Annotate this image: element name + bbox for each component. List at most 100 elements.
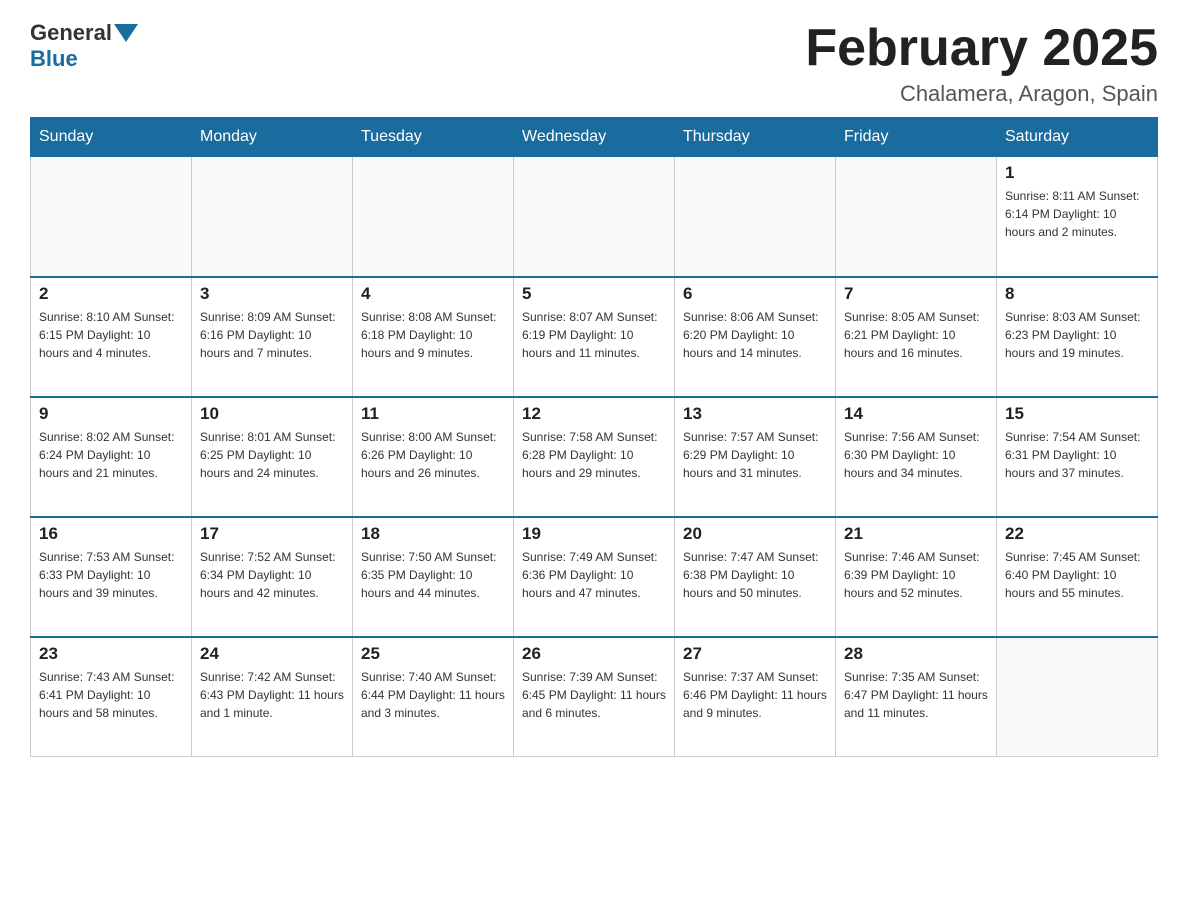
calendar-day-cell: 2 Sunrise: 8:10 AM Sunset: 6:15 PM Daylig… — [31, 277, 192, 397]
day-number: 23 — [39, 644, 183, 664]
calendar-day-cell: 26Sunrise: 7:39 AM Sunset: 6:45 PM Dayli… — [514, 637, 675, 757]
weekday-header-thursday: Thursday — [675, 118, 836, 157]
logo-blue-text: Blue — [30, 46, 78, 72]
day-info: Sunrise: 7:43 AM Sunset: 6:41 PM Dayligh… — [39, 668, 183, 722]
day-number: 4 — [361, 284, 505, 304]
day-number: 25 — [361, 644, 505, 664]
day-number: 14 — [844, 404, 988, 424]
day-number: 12 — [522, 404, 666, 424]
calendar-week-row: 1 Sunrise: 8:11 AM Sunset: 6:14 PM Daylig… — [31, 157, 1158, 277]
day-info: Sunrise: 7:46 AM Sunset: 6:39 PM Dayligh… — [844, 548, 988, 602]
day-number: 20 — [683, 524, 827, 544]
calendar-day-cell: 20 Sunrise: 7:47 AM Sunset: 6:38 PM Dayli… — [675, 517, 836, 637]
day-number: 16 — [39, 524, 183, 544]
day-info: Sunrise: 8:10 AM Sunset: 6:15 PM Dayligh… — [39, 308, 183, 362]
calendar-day-cell: 10 Sunrise: 8:01 AM Sunset: 6:25 PM Dayli… — [192, 397, 353, 517]
day-number: 1 — [1005, 163, 1149, 183]
weekday-header-wednesday: Wednesday — [514, 118, 675, 157]
day-number: 17 — [200, 524, 344, 544]
calendar-day-cell — [836, 157, 997, 277]
calendar-day-cell: 4 Sunrise: 8:08 AM Sunset: 6:18 PM Daylig… — [353, 277, 514, 397]
calendar-day-cell — [192, 157, 353, 277]
calendar-day-cell: 24Sunrise: 7:42 AM Sunset: 6:43 PM Dayli… — [192, 637, 353, 757]
calendar-day-cell: 5 Sunrise: 8:07 AM Sunset: 6:19 PM Daylig… — [514, 277, 675, 397]
day-info: Sunrise: 8:03 AM Sunset: 6:23 PM Dayligh… — [1005, 308, 1149, 362]
day-info: Sunrise: 8:08 AM Sunset: 6:18 PM Dayligh… — [361, 308, 505, 362]
logo-general-text: General — [30, 20, 112, 46]
day-info: Sunrise: 7:53 AM Sunset: 6:33 PM Dayligh… — [39, 548, 183, 602]
day-info: Sunrise: 7:54 AM Sunset: 6:31 PM Dayligh… — [1005, 428, 1149, 482]
day-info: Sunrise: 8:01 AM Sunset: 6:25 PM Dayligh… — [200, 428, 344, 482]
calendar-week-row: 23 Sunrise: 7:43 AM Sunset: 6:41 PM Dayli… — [31, 637, 1158, 757]
calendar-day-cell: 28 Sunrise: 7:35 AM Sunset: 6:47 PM Dayli… — [836, 637, 997, 757]
day-info: Sunrise: 7:35 AM Sunset: 6:47 PM Dayligh… — [844, 668, 988, 722]
day-number: 22 — [1005, 524, 1149, 544]
calendar-day-cell — [997, 637, 1158, 757]
day-number: 26 — [522, 644, 666, 664]
day-number: 7 — [844, 284, 988, 304]
day-number: 2 — [39, 284, 183, 304]
day-number: 9 — [39, 404, 183, 424]
calendar-day-cell: 18Sunrise: 7:50 AM Sunset: 6:35 PM Dayli… — [353, 517, 514, 637]
day-number: 3 — [200, 284, 344, 304]
calendar-week-row: 9 Sunrise: 8:02 AM Sunset: 6:24 PM Daylig… — [31, 397, 1158, 517]
weekday-header-friday: Friday — [836, 118, 997, 157]
day-number: 27 — [683, 644, 827, 664]
day-info: Sunrise: 8:02 AM Sunset: 6:24 PM Dayligh… — [39, 428, 183, 482]
day-info: Sunrise: 7:50 AM Sunset: 6:35 PM Dayligh… — [361, 548, 505, 602]
weekday-header-sunday: Sunday — [31, 118, 192, 157]
day-info: Sunrise: 8:05 AM Sunset: 6:21 PM Dayligh… — [844, 308, 988, 362]
calendar-day-cell: 7 Sunrise: 8:05 AM Sunset: 6:21 PM Daylig… — [836, 277, 997, 397]
calendar-day-cell: 19Sunrise: 7:49 AM Sunset: 6:36 PM Dayli… — [514, 517, 675, 637]
calendar-table: SundayMondayTuesdayWednesdayThursdayFrid… — [30, 117, 1158, 757]
day-info: Sunrise: 7:57 AM Sunset: 6:29 PM Dayligh… — [683, 428, 827, 482]
calendar-day-cell: 14 Sunrise: 7:56 AM Sunset: 6:30 PM Dayli… — [836, 397, 997, 517]
day-number: 8 — [1005, 284, 1149, 304]
logo: General Blue — [30, 20, 140, 72]
calendar-day-cell: 9 Sunrise: 8:02 AM Sunset: 6:24 PM Daylig… — [31, 397, 192, 517]
day-info: Sunrise: 7:37 AM Sunset: 6:46 PM Dayligh… — [683, 668, 827, 722]
day-info: Sunrise: 8:11 AM Sunset: 6:14 PM Dayligh… — [1005, 187, 1149, 241]
day-info: Sunrise: 7:52 AM Sunset: 6:34 PM Dayligh… — [200, 548, 344, 602]
day-info: Sunrise: 7:42 AM Sunset: 6:43 PM Dayligh… — [200, 668, 344, 722]
calendar-day-cell: 21 Sunrise: 7:46 AM Sunset: 6:39 PM Dayli… — [836, 517, 997, 637]
calendar-day-cell: 15 Sunrise: 7:54 AM Sunset: 6:31 PM Dayli… — [997, 397, 1158, 517]
calendar-day-cell: 16 Sunrise: 7:53 AM Sunset: 6:33 PM Dayli… — [31, 517, 192, 637]
calendar-day-cell: 11 Sunrise: 8:00 AM Sunset: 6:26 PM Dayli… — [353, 397, 514, 517]
day-number: 6 — [683, 284, 827, 304]
calendar-week-row: 16 Sunrise: 7:53 AM Sunset: 6:33 PM Dayli… — [31, 517, 1158, 637]
day-info: Sunrise: 7:58 AM Sunset: 6:28 PM Dayligh… — [522, 428, 666, 482]
calendar-day-cell — [31, 157, 192, 277]
calendar-day-cell: 23 Sunrise: 7:43 AM Sunset: 6:41 PM Dayli… — [31, 637, 192, 757]
day-number: 11 — [361, 404, 505, 424]
month-title: February 2025 — [805, 20, 1158, 77]
calendar-day-cell — [353, 157, 514, 277]
page-header: General Blue February 2025 Chalamera, Ar… — [30, 20, 1158, 107]
logo-arrow-icon — [114, 24, 138, 42]
day-info: Sunrise: 7:49 AM Sunset: 6:36 PM Dayligh… — [522, 548, 666, 602]
calendar-week-row: 2 Sunrise: 8:10 AM Sunset: 6:15 PM Daylig… — [31, 277, 1158, 397]
calendar-day-cell: 17 Sunrise: 7:52 AM Sunset: 6:34 PM Dayli… — [192, 517, 353, 637]
day-info: Sunrise: 7:45 AM Sunset: 6:40 PM Dayligh… — [1005, 548, 1149, 602]
title-area: February 2025 Chalamera, Aragon, Spain — [805, 20, 1158, 107]
day-number: 5 — [522, 284, 666, 304]
day-info: Sunrise: 7:47 AM Sunset: 6:38 PM Dayligh… — [683, 548, 827, 602]
calendar-day-cell — [514, 157, 675, 277]
calendar-day-cell: 12 Sunrise: 7:58 AM Sunset: 6:28 PM Dayli… — [514, 397, 675, 517]
calendar-day-cell: 6 Sunrise: 8:06 AM Sunset: 6:20 PM Daylig… — [675, 277, 836, 397]
day-number: 15 — [1005, 404, 1149, 424]
day-number: 28 — [844, 644, 988, 664]
day-info: Sunrise: 8:00 AM Sunset: 6:26 PM Dayligh… — [361, 428, 505, 482]
day-number: 21 — [844, 524, 988, 544]
day-info: Sunrise: 8:09 AM Sunset: 6:16 PM Dayligh… — [200, 308, 344, 362]
weekday-header-row: SundayMondayTuesdayWednesdayThursdayFrid… — [31, 118, 1158, 157]
weekday-header-tuesday: Tuesday — [353, 118, 514, 157]
day-info: Sunrise: 7:56 AM Sunset: 6:30 PM Dayligh… — [844, 428, 988, 482]
weekday-header-monday: Monday — [192, 118, 353, 157]
calendar-day-cell: 25Sunrise: 7:40 AM Sunset: 6:44 PM Dayli… — [353, 637, 514, 757]
weekday-header-saturday: Saturday — [997, 118, 1158, 157]
calendar-day-cell: 13Sunrise: 7:57 AM Sunset: 6:29 PM Dayli… — [675, 397, 836, 517]
day-info: Sunrise: 8:06 AM Sunset: 6:20 PM Dayligh… — [683, 308, 827, 362]
day-info: Sunrise: 8:07 AM Sunset: 6:19 PM Dayligh… — [522, 308, 666, 362]
day-number: 10 — [200, 404, 344, 424]
